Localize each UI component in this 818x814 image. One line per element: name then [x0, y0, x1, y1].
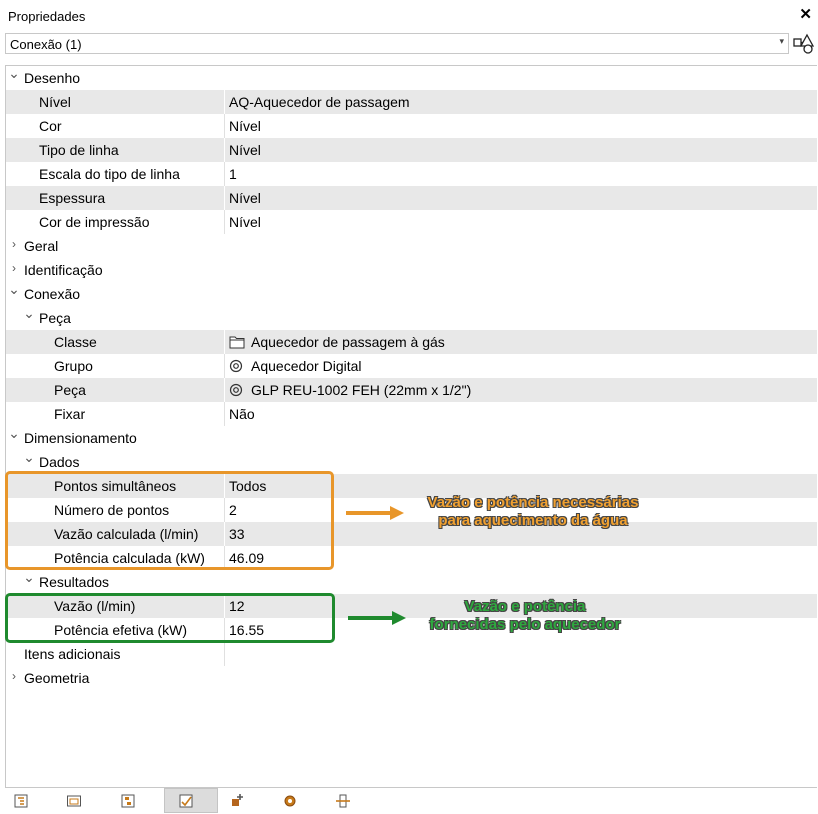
folder-icon: [229, 335, 245, 352]
category-row[interactable]: ⌄ Desenho: [6, 65, 817, 90]
property-value-text: GLP REU-1002 FEH (22mm x 1/2"): [251, 382, 472, 398]
results-highlight: [5, 593, 335, 643]
connection-icon[interactable]: [330, 790, 356, 812]
chevron-down-icon[interactable]: ⌄: [8, 425, 20, 442]
property-value[interactable]: Não: [224, 402, 817, 426]
chevron-down-icon: ▾: [779, 36, 784, 46]
window-icon[interactable]: [61, 790, 87, 812]
panel-title: Propriedades: [8, 9, 86, 24]
orange-annotation-line-1: Vazão e potência necessárias: [427, 494, 639, 511]
category-row[interactable]: › Geometria: [6, 666, 817, 690]
checklist-icon[interactable]: [164, 788, 218, 813]
green-annotation-line-1: Vazão e potência: [464, 598, 586, 615]
property-value-text: Nível: [229, 118, 261, 134]
category-label: Conexão: [24, 286, 81, 302]
chevron-right-icon[interactable]: ›: [8, 261, 20, 275]
target-icon: [229, 383, 245, 400]
property-row[interactable]: Cor Nível: [6, 114, 817, 138]
property-value-text: AQ-Aquecedor de passagem: [229, 94, 410, 110]
property-label: Cor de impressão: [39, 214, 150, 230]
property-row[interactable]: Escala do tipo de linha 1: [6, 162, 817, 186]
title-bar: Propriedades ✕: [0, 0, 818, 32]
property-value[interactable]: AQ-Aquecedor de passagem: [224, 90, 817, 114]
category-label: Geral: [24, 238, 59, 254]
property-label: Cor: [39, 118, 62, 134]
category-row[interactable]: › Geral: [6, 234, 817, 258]
close-icon[interactable]: ✕: [799, 5, 812, 23]
target-icon: [229, 359, 245, 376]
green-arrow-icon: [348, 611, 406, 625]
category-label: Resultados: [39, 574, 110, 590]
chevron-right-icon[interactable]: ›: [8, 237, 20, 251]
category-label: Dimensionamento: [24, 430, 137, 446]
property-label: Espessura: [39, 190, 106, 206]
category-label: Geometria: [24, 670, 90, 686]
property-label: Tipo de linha: [39, 142, 119, 158]
property-label: Nível: [39, 94, 71, 110]
property-label: Escala do tipo de linha: [39, 166, 180, 182]
tree-view-icon[interactable]: [8, 790, 34, 812]
chevron-down-icon[interactable]: ⌄: [23, 305, 35, 322]
property-value[interactable]: Nível: [224, 186, 817, 210]
bottom-toolbar: [0, 788, 818, 813]
property-value-text: Nível: [229, 190, 261, 206]
property-label: Fixar: [54, 406, 86, 422]
property-row[interactable]: Peça GLP REU-1002 FEH (22mm x 1/2"): [6, 378, 817, 402]
property-value[interactable]: Aquecedor Digital: [224, 354, 817, 378]
property-row[interactable]: Fixar Não: [6, 402, 817, 426]
selection-dropdown-value: Conexão (1): [10, 37, 82, 52]
property-value-text: Nível: [229, 142, 261, 158]
category-label: Identificação: [24, 262, 103, 278]
property-value-text: 1: [229, 166, 237, 182]
property-value-text: Nível: [229, 214, 261, 230]
property-value-text: Aquecedor de passagem à gás: [251, 334, 445, 350]
chevron-right-icon[interactable]: ›: [8, 669, 20, 683]
category-label: Desenho: [24, 70, 81, 86]
property-value[interactable]: Nível: [224, 114, 817, 138]
category-row[interactable]: › Identificação: [6, 258, 817, 282]
property-grid: ⌄ Desenho Nível AQ-Aquecedor de passagem Cor…: [5, 65, 817, 788]
chevron-down-icon[interactable]: ⌄: [8, 65, 20, 82]
category-row[interactable]: ⌄ Conexão: [6, 281, 817, 306]
category-label: Peça: [39, 310, 71, 326]
property-label: Classe: [54, 334, 97, 350]
property-value[interactable]: Nível: [224, 138, 817, 162]
property-row[interactable]: Tipo de linha Nível: [6, 138, 817, 162]
property-row[interactable]: Nível AQ-Aquecedor de passagem: [6, 90, 817, 114]
property-label: Itens adicionais: [24, 646, 121, 662]
orange-annotation: Vazão e potência necessárias para aqueci…: [408, 494, 658, 530]
property-value[interactable]: Aquecedor de passagem à gás: [224, 330, 817, 354]
category-label: Dados: [39, 454, 80, 470]
hierarchy-icon[interactable]: [115, 790, 141, 812]
property-row[interactable]: Grupo Aquecedor Digital: [6, 354, 817, 378]
orange-annotation-line-2: para aquecimento da água: [438, 512, 628, 529]
add-component-icon[interactable]: [224, 790, 250, 812]
selection-dropdown[interactable]: Conexão (1) ▾: [5, 33, 789, 54]
green-annotation-line-2: fornecidas pelo aquecedor: [429, 616, 621, 633]
property-row[interactable]: Itens adicionais: [6, 642, 817, 666]
gear-icon[interactable]: [277, 790, 303, 812]
property-row[interactable]: Cor de impressão Nível: [6, 210, 817, 234]
property-value[interactable]: Nível: [224, 210, 817, 234]
category-row[interactable]: ⌄ Peça: [6, 305, 817, 330]
chevron-down-icon[interactable]: ⌄: [23, 449, 35, 466]
orange-arrow-icon: [346, 506, 404, 520]
property-label: Peça: [54, 382, 86, 398]
property-value[interactable]: [224, 642, 817, 666]
calculated-values-highlight: [5, 471, 334, 570]
chevron-down-icon[interactable]: ⌄: [8, 281, 20, 298]
property-label: Grupo: [54, 358, 93, 374]
category-row[interactable]: ⌄ Resultados: [6, 569, 817, 594]
property-value[interactable]: 1: [224, 162, 817, 186]
property-row[interactable]: Espessura Nível: [6, 186, 817, 210]
property-row[interactable]: Classe Aquecedor de passagem à gás: [6, 330, 817, 354]
properties-panel: Propriedades ✕ Conexão (1) ▾ ⌄ Desenho Nív…: [0, 0, 818, 813]
category-row[interactable]: ⌄ Dimensionamento: [6, 425, 817, 450]
property-value-text: Não: [229, 406, 255, 422]
chevron-down-icon[interactable]: ⌄: [23, 569, 35, 586]
filter-objects-icon[interactable]: [793, 33, 815, 54]
property-value[interactable]: GLP REU-1002 FEH (22mm x 1/2"): [224, 378, 817, 402]
property-value-text: Aquecedor Digital: [251, 358, 362, 374]
green-annotation: Vazão e potência fornecidas pelo aqueced…: [412, 598, 638, 634]
